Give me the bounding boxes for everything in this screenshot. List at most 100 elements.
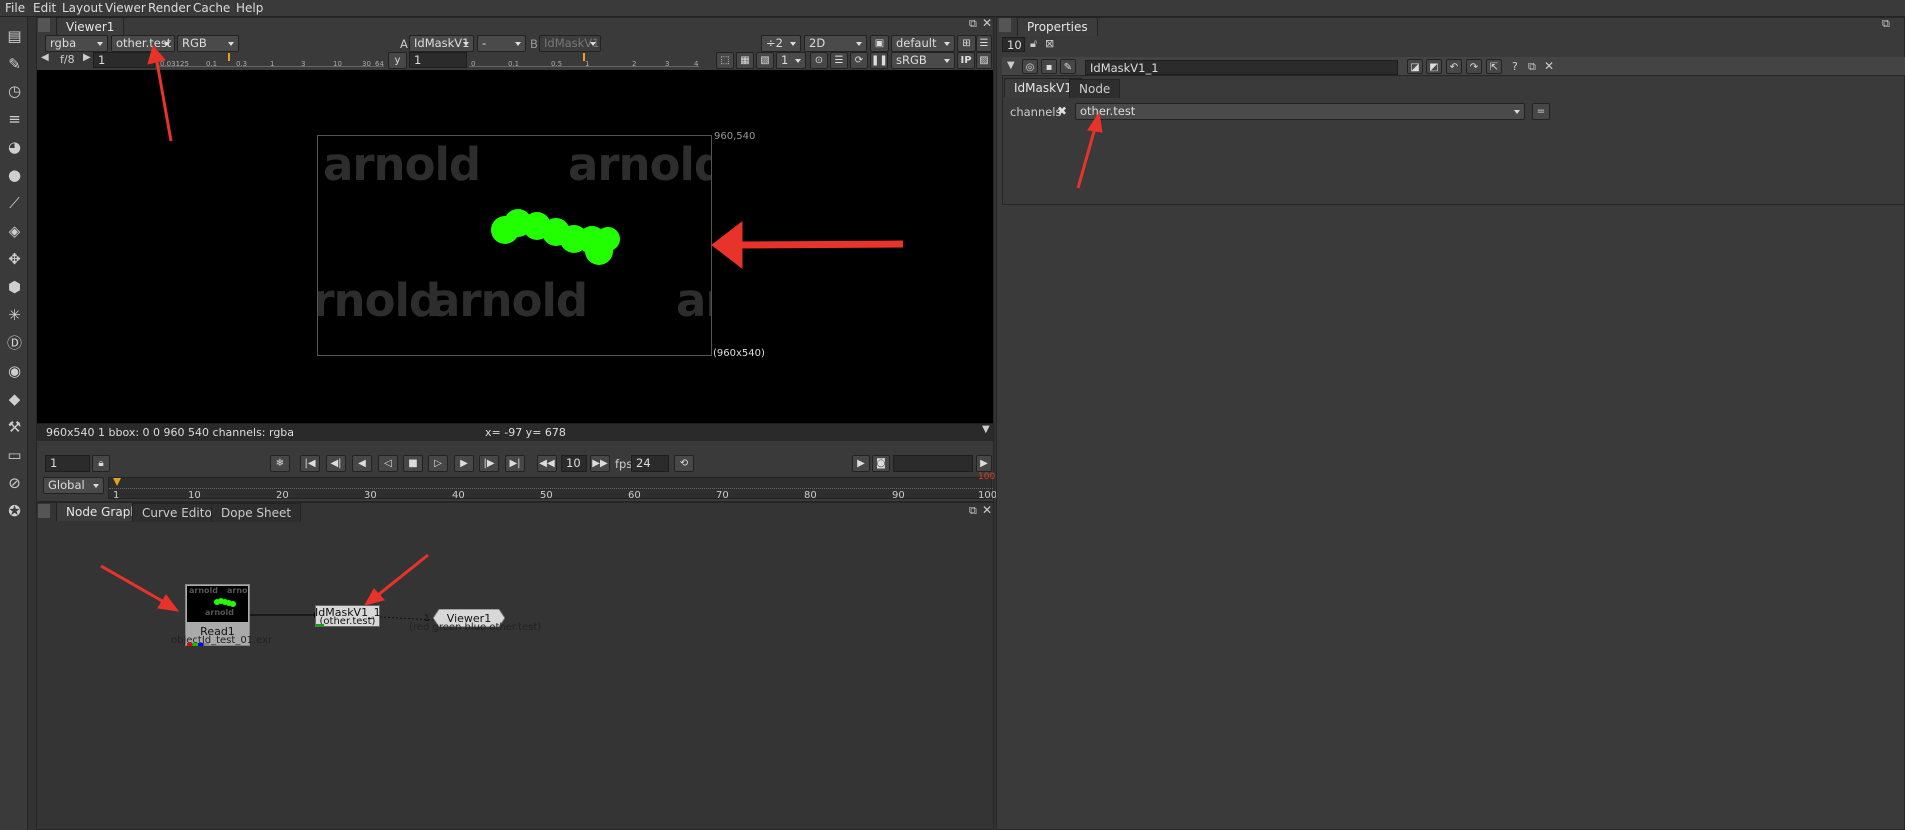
furnace-nodes-icon[interactable]: ⊘ <box>4 472 25 493</box>
max-panels-field[interactable]: 10 <box>1002 37 1025 52</box>
refresh-icon[interactable]: ⟳ <box>850 52 868 69</box>
tab-dope-sheet[interactable]: Dope Sheet <box>211 503 302 522</box>
input-a-dropdown[interactable]: IdMaskV1 <box>409 35 474 52</box>
color-nodes-icon[interactable]: ◕ <box>4 136 25 157</box>
revert-all-icon[interactable]: ↷ <box>1466 59 1482 74</box>
viewer-toggle-icon[interactable]: ◎ <box>1022 59 1038 74</box>
close-panel-icon[interactable]: ✕ <box>982 503 992 517</box>
plugins-icon[interactable]: ✪ <box>4 500 25 521</box>
info-expand-icon[interactable]: ▼ <box>982 424 990 435</box>
metadata-nodes-icon[interactable]: ◆ <box>4 388 25 409</box>
input-b-dropdown[interactable]: IdMaskV1 <box>539 35 601 52</box>
node-name-field[interactable]: IdMaskV1_1 <box>1085 60 1398 75</box>
downscale-dropdown[interactable]: ÷2 <box>761 35 801 52</box>
clip-icon[interactable]: ⊙ <box>810 52 828 69</box>
revert-icon[interactable]: ↶ <box>1446 59 1462 74</box>
fps-field[interactable]: 24 <box>631 455 669 472</box>
menu-file[interactable]: File <box>5 0 25 17</box>
menu-viewer[interactable]: Viewer <box>105 0 146 17</box>
increment-field[interactable]: 10 <box>561 455 587 472</box>
fstop-down-icon[interactable]: ◀ <box>41 52 49 63</box>
flipbook-icon[interactable]: ▶ <box>852 455 870 472</box>
gamma-field[interactable]: 1 <box>409 52 467 68</box>
lock-icon[interactable]: 🔒︎ <box>92 455 110 472</box>
node-graph-canvas[interactable] <box>37 522 993 829</box>
channel-dropdown[interactable]: other.test <box>111 35 175 52</box>
gain-field[interactable]: 1 <box>93 52 155 68</box>
proxy-icon[interactable]: ▧ <box>756 52 774 69</box>
float-properties-icon[interactable]: ⧉ <box>1528 60 1536 74</box>
panel-menu-handle[interactable] <box>38 504 50 518</box>
particles-nodes-icon[interactable]: ✳ <box>4 304 25 325</box>
menu-render[interactable]: Render <box>148 0 191 17</box>
lut-profile-dropdown[interactable]: default <box>891 35 955 52</box>
play-backward-icon[interactable]: ◁ <box>378 455 398 472</box>
time-nodes-icon[interactable]: ◷ <box>4 80 25 101</box>
wipe-icon[interactable]: ▨ <box>976 52 992 69</box>
other-nodes-icon[interactable]: ▭ <box>4 444 25 465</box>
colorspace-dropdown[interactable]: sRGB <box>891 52 955 69</box>
node-color-icon[interactable]: ▪ <box>1041 59 1057 74</box>
undo-icon[interactable]: ◪ <box>1407 59 1423 74</box>
overlay-icon[interactable]: ☰ <box>830 52 848 69</box>
viewer-settings-icon[interactable]: ☰ <box>976 35 992 52</box>
filter-nodes-icon[interactable]: ● <box>4 164 25 185</box>
input-process-toggle[interactable]: IP <box>957 52 975 69</box>
menu-layout[interactable]: Layout <box>62 0 103 17</box>
operation-dropdown[interactable]: - <box>477 35 526 52</box>
play-forward-icon[interactable]: ▷ <box>428 455 448 472</box>
view-mode-dropdown[interactable]: 2D <box>804 35 867 52</box>
tab-node-params[interactable]: Node <box>1069 79 1121 98</box>
channel-nodes-icon[interactable]: ≡ <box>4 108 25 129</box>
channels-clear-icon[interactable]: ✖ <box>1057 104 1067 118</box>
safe-area-icon[interactable]: ▦ <box>736 52 754 69</box>
float-panel-icon[interactable]: ⧉ <box>1882 17 1890 31</box>
record-icon[interactable]: ◙ <box>872 455 890 472</box>
next-keyframe-icon[interactable]: |▶ <box>479 455 499 472</box>
channels-dropdown[interactable]: other.test <box>1075 103 1525 120</box>
stop-icon[interactable]: ■ <box>403 455 423 472</box>
frame-icon[interactable]: ⊞ <box>957 35 976 52</box>
collapse-icon[interactable]: ▼ <box>1007 60 1015 71</box>
timeline-options-icon[interactable]: ▶ <box>976 455 992 472</box>
pause-icon[interactable]: ❚❚ <box>870 52 888 69</box>
views-nodes-icon[interactable]: ◉ <box>4 360 25 381</box>
float-panel-icon[interactable]: ⧉ <box>969 17 977 31</box>
last-frame-icon[interactable]: ▶| <box>505 455 525 472</box>
keyer-nodes-icon[interactable]: ⟋ <box>4 192 25 213</box>
help-icon[interactable]: ? <box>1512 60 1518 73</box>
channels-link-icon[interactable]: = <box>1532 103 1550 120</box>
wrench-icon[interactable]: ✎ <box>1060 59 1076 74</box>
clear-panels-icon[interactable]: ⊠ <box>1045 37 1054 50</box>
3d-nodes-icon[interactable]: ⬢ <box>4 276 25 297</box>
close-panel-icon[interactable]: ✕ <box>982 16 992 30</box>
menu-edit[interactable]: Edit <box>33 0 56 17</box>
next-frame-icon[interactable]: ▶ <box>454 455 474 472</box>
playhead-marker[interactable] <box>113 478 121 486</box>
skip-back-icon[interactable]: ◀◀ <box>537 455 557 472</box>
display-channel-dropdown[interactable]: RGB <box>177 35 239 52</box>
prev-frame-icon[interactable]: ◀ <box>352 455 372 472</box>
menu-cache[interactable]: Cache <box>193 0 230 17</box>
range-mode-dropdown[interactable]: Global <box>43 477 104 494</box>
menu-help[interactable]: Help <box>236 0 263 17</box>
proxy-dropdown[interactable]: 1 <box>776 52 806 69</box>
frame-field[interactable]: 1 <box>45 455 90 472</box>
loop-icon[interactable]: ⟲ <box>674 455 694 472</box>
tab-properties[interactable]: Properties <box>1017 17 1098 36</box>
merge-nodes-icon[interactable]: ◈ <box>4 220 25 241</box>
deep-nodes-icon[interactable]: Ⓓ <box>4 332 25 353</box>
roi-icon[interactable]: ⬚ <box>716 52 734 69</box>
panel-menu-handle[interactable] <box>38 18 50 32</box>
first-frame-icon[interactable]: |◀ <box>300 455 320 472</box>
skip-forward-icon[interactable]: ▶▶ <box>590 455 610 472</box>
playback-range-field[interactable] <box>893 455 973 472</box>
snowflake-icon[interactable]: ❄ <box>270 455 290 472</box>
layer-dropdown[interactable]: rgba <box>45 35 108 52</box>
gamma-toggle[interactable]: y <box>388 52 407 69</box>
close-properties-icon[interactable]: ✕ <box>1544 59 1554 73</box>
camera-icon[interactable]: ▣ <box>870 35 889 52</box>
toolsets-icon[interactable]: ⚒ <box>4 416 25 437</box>
transform-nodes-icon[interactable]: ✥ <box>4 248 25 269</box>
draw-nodes-icon[interactable]: ✎ <box>4 53 25 74</box>
